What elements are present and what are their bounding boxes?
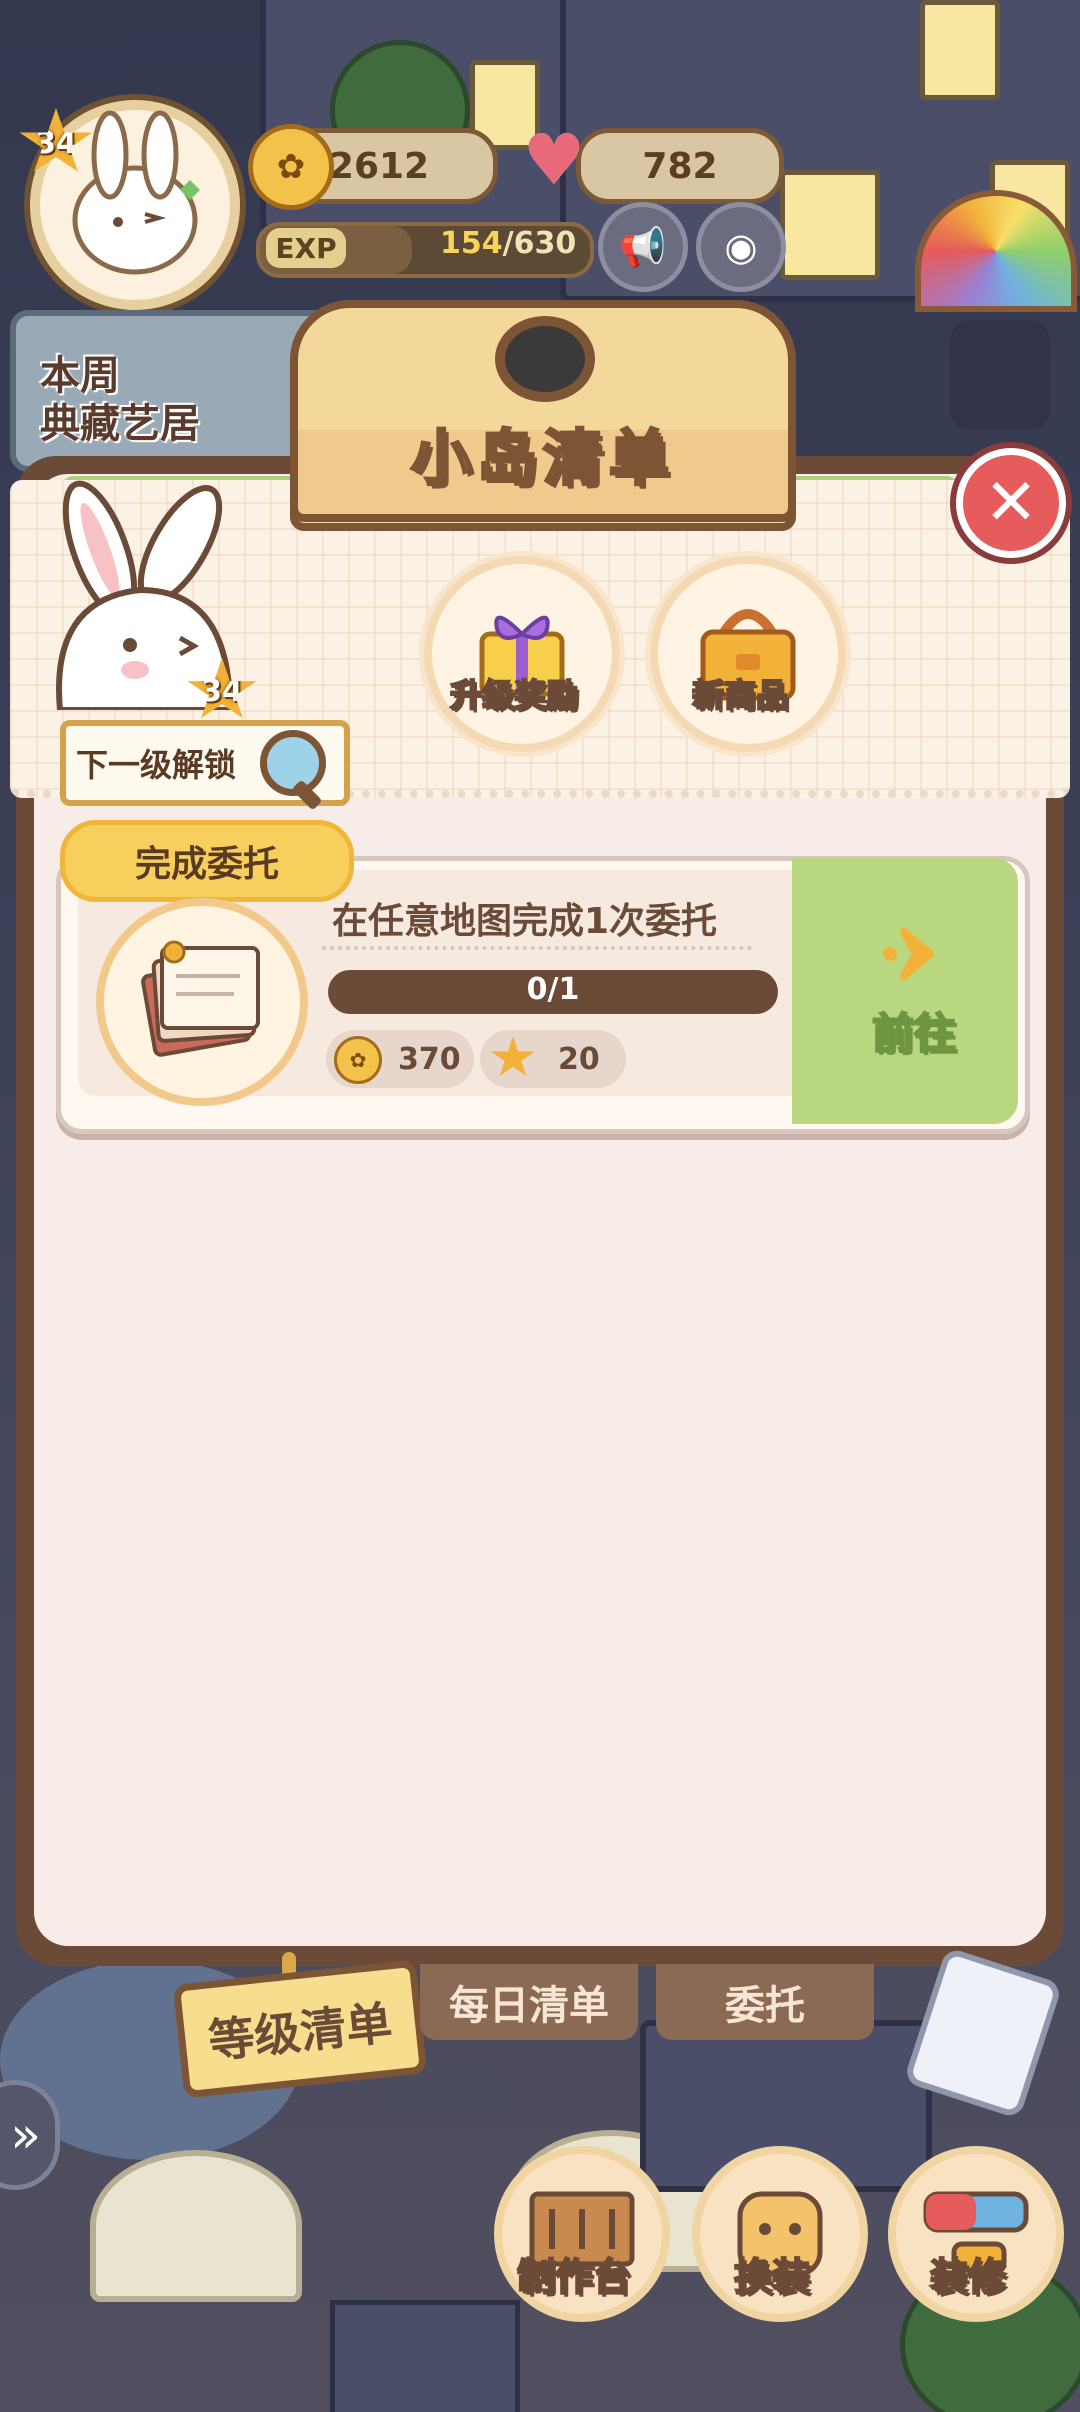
close-icon: ✕ <box>984 466 1038 540</box>
weekly-banner-line1: 本周 <box>40 353 120 399</box>
decorate-label: 装修 <box>929 2254 1007 2300</box>
weekly-banner-line2: 典藏艺居 <box>40 401 200 447</box>
kiosk <box>330 2300 520 2412</box>
next-unlock-label: 下一级解锁 <box>76 746 237 784</box>
new-items-label: 新商品 <box>691 675 789 715</box>
tab-commission[interactable]: 委托 <box>656 1964 874 2040</box>
tab-daily-list[interactable]: 每日清单 <box>420 1964 638 2040</box>
upgrade-reward-button[interactable] <box>424 556 620 752</box>
dress-up-label: 换装 <box>733 2254 811 2300</box>
task-title: 在任意地图完成1次委托 <box>332 901 718 942</box>
chevron-right-icon: » <box>10 2106 41 2164</box>
star-reward-amount: 20 <box>558 1042 600 1077</box>
heart-count: 782 <box>642 145 718 187</box>
commission-papers-icon <box>141 940 260 1057</box>
exp-text: 154/630 <box>440 226 576 261</box>
task-category-tag: 完成委托 <box>60 820 354 902</box>
coin-count: 2612 <box>328 145 430 187</box>
go-button[interactable] <box>792 858 1018 1124</box>
coin-icon: ✿ <box>334 1036 382 1084</box>
close-button[interactable]: ✕ <box>956 448 1066 558</box>
upgrade-reward-label: 升级奖励 <box>449 675 579 715</box>
fullscreen-button-bg[interactable] <box>950 320 1050 430</box>
weekly-banner-text[interactable]: 本周 典藏艺居 <box>40 352 200 448</box>
go-button-wave-edge <box>796 858 816 1124</box>
umbrella <box>90 2150 302 2302</box>
exp-max: /630 <box>502 226 577 261</box>
gift-box-icon <box>479 615 565 697</box>
panel-title: 小岛清单 <box>410 423 675 496</box>
coin-reward-amount: 370 <box>398 1042 461 1077</box>
title-tag-hole <box>495 316 595 402</box>
new-items-button[interactable] <box>650 556 846 752</box>
coin-icon: ✿ <box>248 124 334 210</box>
go-arrow-icon <box>883 928 934 980</box>
heart-counter[interactable]: 782 <box>576 128 784 204</box>
task-divider <box>322 946 752 950</box>
exp-label: EXP <box>266 228 346 268</box>
bag-icon <box>700 609 796 701</box>
lit-window <box>920 0 1000 100</box>
lit-window <box>780 170 880 280</box>
task-progress-text: 0/1 <box>526 972 580 1007</box>
camera-icon[interactable]: ◉ <box>696 202 786 292</box>
task-icon-frame <box>96 898 308 1106</box>
workbench-label: 制作台 <box>516 2254 632 2300</box>
exp-current: 154 <box>440 226 503 261</box>
announcement-icon[interactable]: 📢 <box>598 202 688 292</box>
heart-icon: ♥ <box>522 119 586 201</box>
go-button-label[interactable]: 前往 <box>871 1000 957 1061</box>
